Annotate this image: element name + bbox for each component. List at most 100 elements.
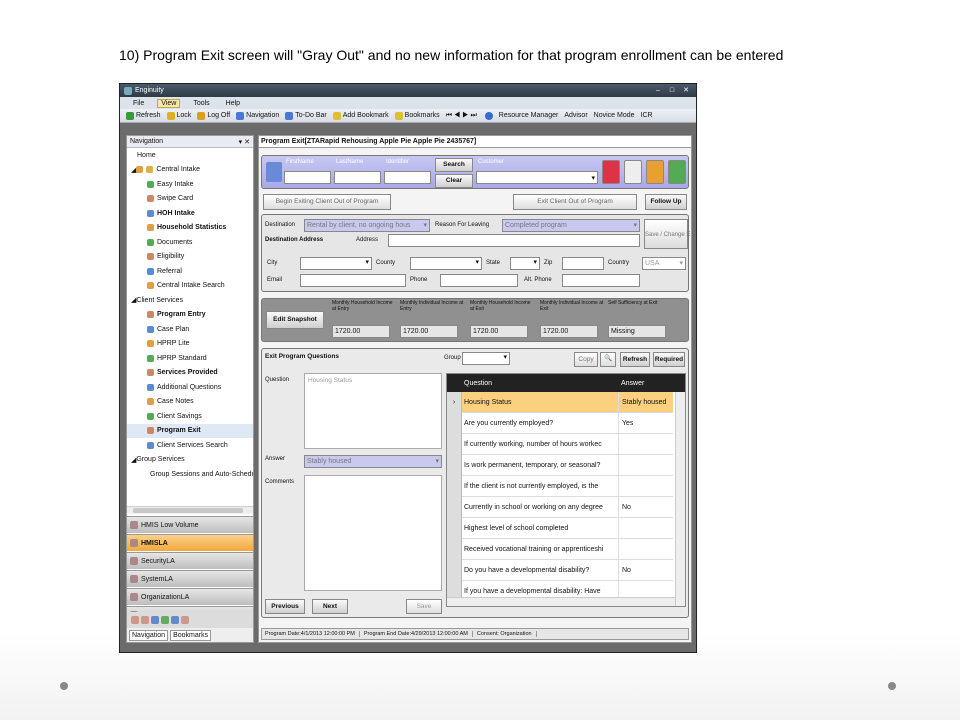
people-icon[interactable] xyxy=(131,616,139,624)
close-button[interactable]: ✕ xyxy=(680,86,692,95)
search-button[interactable]: Search xyxy=(435,158,473,172)
tab-bookmarks[interactable]: Bookmarks xyxy=(170,629,212,641)
exit-client-button[interactable]: Exit Client Out of Program xyxy=(513,194,637,210)
nav-item[interactable]: Household Statistics xyxy=(127,221,253,236)
comments-textarea[interactable] xyxy=(304,475,442,591)
row-selector[interactable] xyxy=(447,454,462,476)
email-input[interactable] xyxy=(300,274,406,287)
phone-input[interactable] xyxy=(440,274,518,287)
next-button[interactable]: Next xyxy=(312,599,348,614)
grid-horizontal-scrollbar[interactable] xyxy=(447,597,675,606)
tools-icon[interactable] xyxy=(161,616,169,624)
nav-item[interactable]: Easy Intake xyxy=(127,177,253,192)
module-item[interactable]: SecurityLA xyxy=(127,552,253,569)
row-selector[interactable] xyxy=(447,559,462,581)
people-icon[interactable] xyxy=(141,616,149,624)
lastname-input[interactable] xyxy=(334,171,381,184)
nav-item[interactable]: Home xyxy=(127,148,253,163)
module-item[interactable]: HMISLA xyxy=(127,534,253,551)
nav-item[interactable]: Client Services Search xyxy=(127,438,253,453)
add-bookmark-button[interactable]: Add Bookmark xyxy=(332,111,389,120)
add-client-icon[interactable] xyxy=(668,160,686,184)
window-icon[interactable] xyxy=(171,616,179,624)
logoff-button[interactable]: Log Off xyxy=(197,111,230,120)
destination-select[interactable]: Rental by client, no ongoing hous ▾ xyxy=(304,219,430,232)
row-selector[interactable]: › xyxy=(447,391,462,413)
nav-item[interactable]: ◢ Central Intake xyxy=(127,163,253,178)
table-row[interactable]: Do you have a developmental disability? N… xyxy=(447,559,673,581)
save-button[interactable]: Save xyxy=(406,599,442,614)
identifier-input[interactable] xyxy=(384,171,431,184)
table-row[interactable]: Received vocational training or apprenti… xyxy=(447,538,673,560)
module-item[interactable]: HMIS Low Volume xyxy=(127,516,253,533)
lock-button[interactable]: Lock xyxy=(166,111,191,120)
nav-item[interactable]: Eligibility xyxy=(127,250,253,265)
nav-item[interactable]: HPRP Standard xyxy=(127,351,253,366)
resource-manager-button[interactable]: Resource Manager xyxy=(499,112,559,119)
nav-item[interactable]: Program Exit xyxy=(127,423,253,438)
follow-up-button[interactable]: Follow Up xyxy=(645,194,687,210)
navigation-button[interactable]: Navigation xyxy=(236,111,279,120)
document-tab[interactable]: Program Exit[ZTARapid Rehousing Apple Pi… xyxy=(259,136,691,148)
reason-select[interactable]: Completed program ▾ xyxy=(502,219,640,232)
menu-file[interactable]: File xyxy=(130,100,147,107)
maximize-button[interactable]: □ xyxy=(666,86,678,95)
alt-phone-input[interactable] xyxy=(562,274,640,287)
grid-vertical-scrollbar[interactable] xyxy=(675,392,685,606)
row-selector[interactable] xyxy=(447,496,462,518)
nav-item[interactable]: Referral xyxy=(127,264,253,279)
begin-exit-button[interactable]: Begin Exiting Client Out of Program xyxy=(263,194,391,210)
nav-item[interactable]: Program Entry xyxy=(127,308,253,323)
grid-answer-header[interactable]: Answer xyxy=(618,380,673,387)
nav-item[interactable]: ◢ Group Services xyxy=(127,453,253,468)
zip-input[interactable] xyxy=(562,257,604,270)
table-row[interactable]: Are you currently employed? Yes xyxy=(447,412,673,434)
nav-item[interactable]: Client Savings xyxy=(127,409,253,424)
table-row[interactable]: If the client is not currently employed,… xyxy=(447,475,673,497)
nav-item[interactable]: HOH Intake xyxy=(127,206,253,221)
home-icon[interactable] xyxy=(602,160,620,184)
answer-select[interactable]: Stably housed ▾ xyxy=(304,455,442,468)
nav-horizontal-scrollbar[interactable] xyxy=(127,506,253,514)
edit-snapshot-button[interactable]: Edit Snapshot xyxy=(266,311,324,329)
group-select[interactable]: ▾ xyxy=(462,352,510,365)
module-item[interactable]: SystemLA xyxy=(127,570,253,587)
menu-view[interactable]: View xyxy=(157,98,181,108)
nav-item[interactable]: Documents xyxy=(127,235,253,250)
table-row[interactable]: Is work permanent, temporary, or seasona… xyxy=(447,454,673,476)
city-select[interactable]: ▾ xyxy=(300,257,372,270)
county-select[interactable]: ▾ xyxy=(410,257,482,270)
nav-item[interactable]: ◢ Client Services xyxy=(127,293,253,308)
nav-arrows[interactable]: ⏮◀▶⏭ xyxy=(446,112,479,120)
menu-help[interactable]: Help xyxy=(223,100,243,107)
minimize-button[interactable]: – xyxy=(652,86,664,95)
copy-button[interactable]: Copy xyxy=(574,352,598,367)
row-selector[interactable] xyxy=(447,475,462,497)
country-select[interactable]: USA ▾ xyxy=(642,257,686,270)
search-icon[interactable]: 🔍 xyxy=(600,352,616,367)
pin-icon[interactable]: ▾ ✕ xyxy=(239,138,253,146)
filter-icon[interactable] xyxy=(624,160,642,184)
row-selector[interactable] xyxy=(447,517,462,539)
bookmarks-button[interactable]: Bookmarks xyxy=(394,111,440,120)
required-button[interactable]: Required xyxy=(653,352,685,367)
module-item[interactable]: OrganizationLA xyxy=(127,588,253,605)
novice-mode-button[interactable]: Novice Mode xyxy=(594,112,635,119)
table-row[interactable]: › Housing Status Stably housed xyxy=(447,391,673,413)
question-icon[interactable] xyxy=(151,616,159,624)
refresh-button[interactable]: Refresh xyxy=(126,111,161,120)
row-selector[interactable] xyxy=(447,412,462,434)
row-selector[interactable] xyxy=(447,538,462,560)
menu-tools[interactable]: Tools xyxy=(190,100,212,107)
nav-item[interactable]: Case Notes xyxy=(127,395,253,410)
tab-navigation[interactable]: Navigation xyxy=(129,629,169,641)
family-icon[interactable] xyxy=(646,160,664,184)
advisor-button[interactable]: Advisor xyxy=(564,112,587,119)
nav-item[interactable]: Case Plan xyxy=(127,322,253,337)
nav-item[interactable]: Services Provided xyxy=(127,366,253,381)
address-input[interactable] xyxy=(388,234,640,247)
refresh-questions-button[interactable]: Refresh xyxy=(620,352,650,367)
firstname-input[interactable] xyxy=(284,171,331,184)
save-change-button[interactable]: Save / Change E xyxy=(644,219,690,249)
nav-item[interactable]: Swipe Card xyxy=(127,192,253,207)
